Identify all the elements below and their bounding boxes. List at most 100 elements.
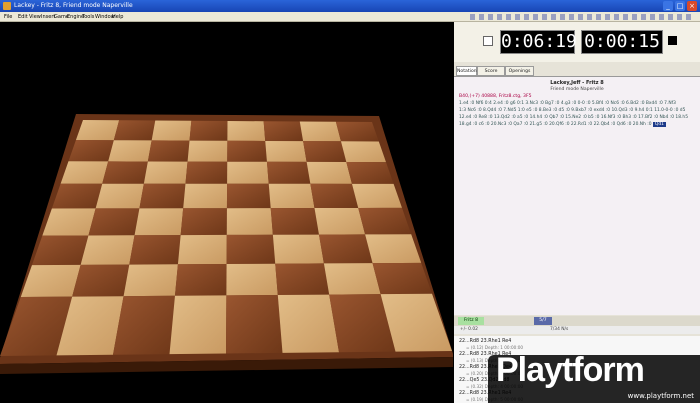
- board-square[interactable]: [275, 263, 330, 295]
- board-square[interactable]: [277, 294, 339, 353]
- board-square[interactable]: [318, 234, 373, 264]
- menu-edit[interactable]: Edit: [18, 12, 28, 22]
- analysis-line: 22...Rd8 23.Rhe1 Re4: [459, 339, 512, 344]
- board-square[interactable]: [134, 208, 184, 236]
- board-square[interactable]: [180, 208, 227, 236]
- watermark-url: www.playtform.net: [627, 392, 694, 400]
- board-square[interactable]: [147, 140, 190, 162]
- clock-bar: 0:06:19 0:00:15: [454, 22, 700, 62]
- board-square[interactable]: [185, 161, 228, 184]
- analysis-detail: = (0.12) Depth: 1 00:00:00: [466, 345, 524, 350]
- board-square[interactable]: [346, 161, 394, 184]
- window-title: Lackey - Fritz 8, Friend mode Naperville: [14, 2, 133, 9]
- menu-file[interactable]: File: [4, 12, 12, 22]
- menu-help[interactable]: Help: [112, 12, 123, 22]
- toolbar-icons[interactable]: [470, 14, 695, 20]
- black-clock: 0:00:15: [581, 30, 663, 54]
- board-square[interactable]: [183, 183, 228, 209]
- board-square[interactable]: [88, 208, 140, 236]
- board-square[interactable]: [323, 263, 381, 295]
- board-square[interactable]: [72, 264, 130, 297]
- board-square[interactable]: [358, 207, 412, 235]
- chess-board-svg[interactable]: [0, 22, 453, 403]
- engine-bar: Fritz 8 5/7: [454, 316, 700, 326]
- board-square[interactable]: [226, 263, 278, 296]
- tab-openings-book[interactable]: Openings Book: [505, 66, 534, 83]
- white-clock: 0:06:19: [500, 30, 577, 54]
- moves-line[interactable]: 1.e4 :0 Nf6 0:4 2.e4 :0 g6 0:1 3.Nc3 :0 …: [459, 101, 676, 106]
- board-square[interactable]: [299, 121, 341, 142]
- game-title: Lackey,Jeff - Fritz 8: [550, 80, 604, 86]
- tab-notation[interactable]: Notation: [456, 66, 477, 76]
- board-square[interactable]: [123, 264, 178, 297]
- notation-tabs: Notation Score sheet Openings Book: [454, 66, 700, 83]
- board-square[interactable]: [177, 234, 227, 265]
- white-to-move-indicator: [483, 36, 493, 46]
- board-square[interactable]: [139, 183, 186, 209]
- board-square[interactable]: [80, 235, 135, 265]
- board-square[interactable]: [351, 183, 402, 208]
- maximize-button[interactable]: □: [675, 1, 685, 11]
- board-square[interactable]: [187, 140, 228, 162]
- board-square[interactable]: [174, 263, 227, 296]
- right-panel: 0:06:19 0:00:15 Notation Score sheet Ope…: [454, 22, 700, 403]
- moves-line-text[interactable]: 18.g4 :0 c6 :0 20.Nc3 :0 Qa7 :0 21.g5 :0…: [459, 122, 652, 127]
- menu-tools[interactable]: Tools: [82, 12, 94, 22]
- moves-line[interactable]: 18.g4 :0 c6 :0 20.Nc3 :0 Qa7 :0 21.g5 :0…: [459, 122, 666, 127]
- board-square[interactable]: [227, 121, 266, 141]
- eco-line: B40,(+7) 40888, Fritz8.ctg, 3F5: [459, 94, 532, 99]
- app-icon: [3, 2, 11, 10]
- board-square[interactable]: [75, 120, 120, 141]
- board-square[interactable]: [169, 295, 227, 355]
- watermark-logo: Playtform: [496, 351, 645, 389]
- board-square[interactable]: [60, 161, 109, 184]
- minimize-button[interactable]: _: [663, 1, 673, 11]
- title-bar: Lackey - Fritz 8, Friend mode Naperville…: [0, 0, 700, 12]
- board-square[interactable]: [314, 207, 366, 235]
- board-square[interactable]: [226, 208, 273, 235]
- board-square[interactable]: [265, 140, 307, 162]
- board-square[interactable]: [68, 140, 114, 162]
- board-square[interactable]: [102, 161, 148, 184]
- board-square[interactable]: [268, 183, 315, 209]
- board-square[interactable]: [227, 161, 269, 184]
- board-square[interactable]: [227, 140, 267, 162]
- board-square[interactable]: [95, 183, 144, 209]
- engine-name[interactable]: Fritz 8: [458, 317, 484, 325]
- board-square[interactable]: [266, 161, 311, 184]
- board-square[interactable]: [263, 121, 304, 142]
- board-square[interactable]: [310, 183, 359, 209]
- board-square[interactable]: [113, 295, 175, 355]
- board-3d-view[interactable]: [0, 22, 453, 403]
- board-square[interactable]: [151, 120, 192, 141]
- board-square[interactable]: [226, 234, 276, 264]
- board-square[interactable]: [303, 141, 347, 162]
- white-rook-piece[interactable]: [0, 22, 15, 27]
- moves-line[interactable]: 1:3 Nc6 :0 8.Qd4 :0 7.Nd5 1:0 e5 :0 8.Be…: [459, 108, 685, 113]
- board-square[interactable]: [113, 120, 156, 141]
- board-square[interactable]: [108, 140, 152, 162]
- current-move-highlight[interactable]: Qd1: [652, 122, 666, 127]
- board-square[interactable]: [51, 183, 103, 209]
- game-subtitle: Friend mode Naperville: [550, 87, 604, 92]
- tab-score-sheet[interactable]: Score sheet: [477, 66, 505, 83]
- engine-speed: 7/34 N/s: [550, 327, 569, 332]
- board-square[interactable]: [340, 141, 386, 163]
- board-square[interactable]: [272, 234, 324, 264]
- board-square[interactable]: [306, 161, 352, 184]
- board-square[interactable]: [226, 183, 271, 209]
- board-square[interactable]: [270, 208, 319, 235]
- moves-line[interactable]: 12.e4 :0 Re8 :0 13.Qd2 :0 a5 :0 14.h4 :0…: [459, 115, 688, 120]
- engine-stats: +/- 0.02 7/34 N/s: [454, 326, 700, 334]
- board-square[interactable]: [335, 121, 379, 142]
- notation-pane[interactable]: Lackey,Jeff - Fritz 8 Friend mode Naperv…: [454, 76, 700, 315]
- menu-view[interactable]: View: [29, 12, 41, 22]
- board-square[interactable]: [143, 161, 188, 184]
- engine-depth: 5/7: [534, 317, 552, 325]
- close-button[interactable]: ×: [687, 1, 697, 11]
- menu-bar: File Edit View Insert Game Engine Tools …: [0, 12, 700, 22]
- board-square[interactable]: [226, 294, 283, 354]
- board-square[interactable]: [189, 120, 228, 141]
- board-pieces[interactable]: [0, 22, 15, 27]
- board-square[interactable]: [129, 235, 181, 265]
